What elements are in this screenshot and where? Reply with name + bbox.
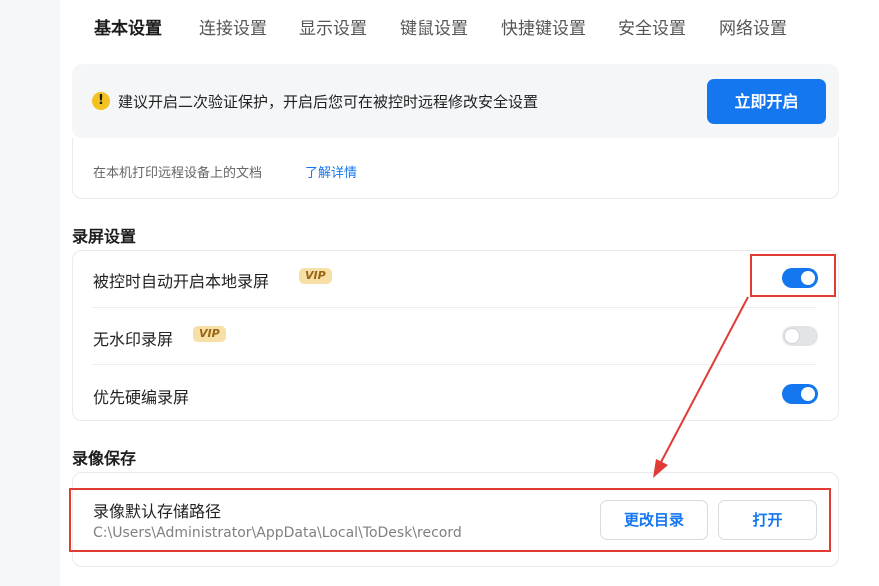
tab-display[interactable]: 显示设置	[299, 14, 367, 39]
tab-network[interactable]: 网络设置	[719, 14, 787, 39]
print-settings-card: 在本机打印远程设备上的文档 了解详情	[72, 138, 839, 199]
remote-print-label: 在本机打印远程设备上的文档	[93, 166, 263, 181]
warning-icon: !	[92, 92, 110, 110]
row-divider	[93, 307, 816, 308]
vip-badge: VIP	[193, 326, 226, 342]
default-path-value: C:\Users\Administrator\AppData\Local\ToD…	[93, 525, 462, 541]
hardware-encode-toggle[interactable]	[782, 384, 818, 404]
hardware-encode-label: 优先硬编录屏	[93, 388, 190, 407]
auto-record-toggle[interactable]	[782, 268, 818, 288]
recording-settings-card: 被控时自动开启本地录屏 VIP 无水印录屏 VIP 优先硬编录屏	[72, 250, 839, 421]
tab-security[interactable]: 安全设置	[618, 14, 686, 39]
no-watermark-toggle[interactable]	[782, 326, 818, 346]
save-section-title: 录像保存	[72, 449, 137, 468]
learn-more-link[interactable]: 了解详情	[305, 162, 357, 181]
notice-text: 建议开启二次验证保护，开启后您可在被控时远程修改安全设置	[118, 93, 539, 111]
recording-save-card: 录像默认存储路径 C:\Users\Administrator\AppData\…	[72, 472, 839, 567]
tab-keyboard-mouse[interactable]: 键鼠设置	[400, 14, 468, 39]
enable-now-button[interactable]: 立即开启	[707, 79, 826, 124]
sidebar-edge	[0, 0, 60, 586]
vip-badge: VIP	[299, 268, 332, 284]
toggle-knob	[801, 387, 815, 401]
recording-section-title: 录屏设置	[72, 227, 137, 246]
tab-basic[interactable]: 基本设置	[94, 14, 162, 39]
tab-connection[interactable]: 连接设置	[199, 14, 267, 39]
row-divider	[93, 364, 816, 365]
tab-shortcuts[interactable]: 快捷键设置	[501, 14, 586, 39]
open-folder-button[interactable]: 打开	[718, 500, 817, 540]
auto-record-label: 被控时自动开启本地录屏	[93, 272, 270, 291]
no-watermark-label: 无水印录屏	[93, 330, 174, 349]
toggle-knob	[785, 329, 799, 343]
toggle-knob	[801, 271, 815, 285]
change-directory-button[interactable]: 更改目录	[600, 500, 708, 540]
default-path-label: 录像默认存储路径	[93, 502, 222, 521]
